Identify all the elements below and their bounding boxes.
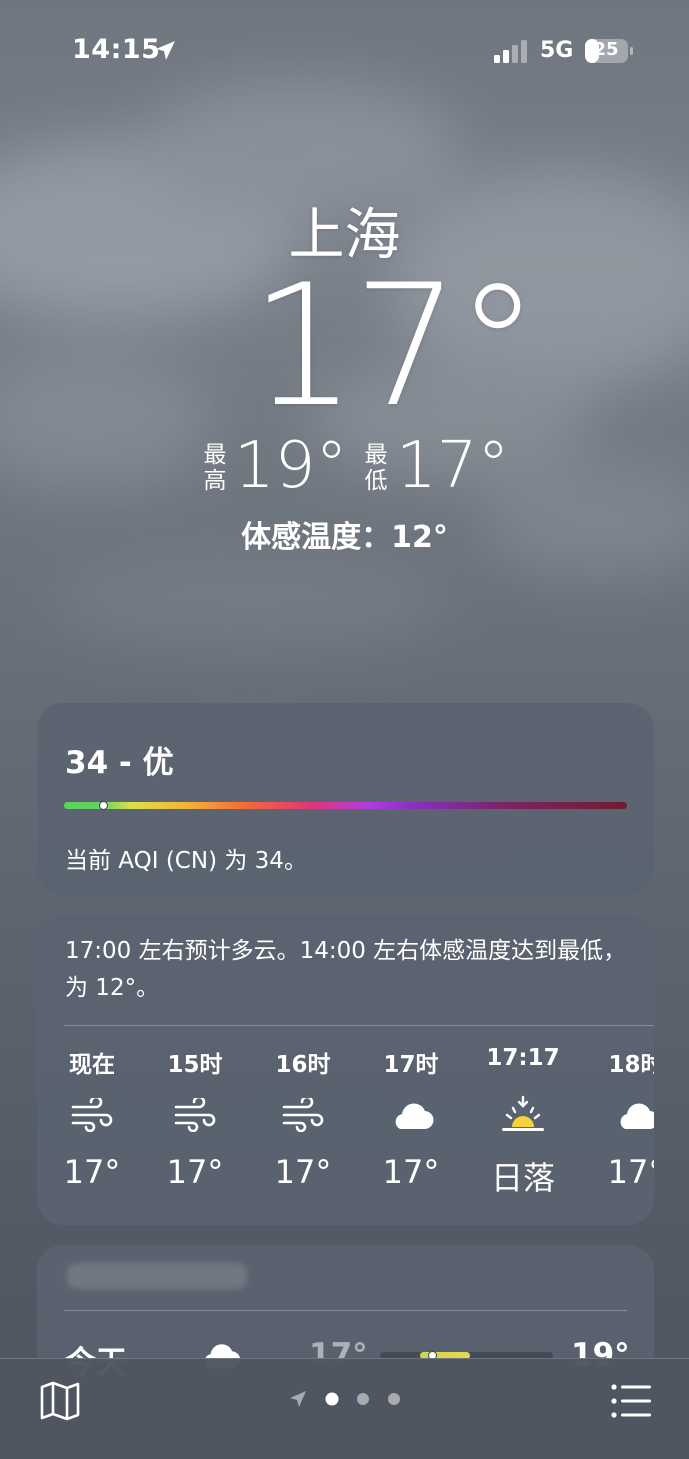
bottom-toolbar <box>0 1358 689 1459</box>
wind-icon <box>37 1085 147 1145</box>
low-temperature: 17° <box>396 429 510 503</box>
air-quality-card[interactable]: 34 - 优 当前 AQI (CN) 为 34。 <box>37 703 654 895</box>
hour-temperature: 17° <box>274 1153 332 1191</box>
current-temperature: 17° <box>250 248 540 444</box>
map-icon[interactable] <box>38 1379 82 1423</box>
high-label: 最高 <box>203 442 227 494</box>
hour-label: 18时 <box>608 1052 654 1078</box>
network-type: 5G <box>540 38 574 63</box>
divider <box>64 1310 627 1311</box>
sunset-label: 日落 <box>490 1159 555 1197</box>
location-page-icon <box>290 1391 306 1407</box>
wind-icon <box>140 1085 250 1145</box>
page-dot-active <box>325 1392 339 1406</box>
high-temperature: 19° <box>234 429 348 503</box>
aqi-scale-bar <box>64 802 627 809</box>
forecast-summary: 17:00 左右预计多云。14:00 左右体感温度达到最低，为 12°。 <box>65 938 627 1001</box>
hour-item: 16时 17° <box>248 1045 358 1191</box>
aqi-description: 当前 AQI (CN) 为 34。 <box>65 848 307 874</box>
page-dot <box>357 1393 369 1405</box>
hour-temperature: 17° <box>382 1153 440 1191</box>
aqi-indicator <box>98 801 108 810</box>
list-icon[interactable] <box>610 1381 652 1421</box>
low-label: 最低 <box>364 442 388 494</box>
hour-item: 17:17 日落 <box>468 1045 578 1199</box>
cloud-icon <box>356 1085 466 1145</box>
cloud-icon <box>581 1085 654 1145</box>
high-low-row: 最高 19° 最低 17° <box>200 429 510 503</box>
hour-item: 18时 17° <box>581 1045 654 1191</box>
battery-percent: 25 <box>593 39 619 60</box>
page-indicator[interactable] <box>286 1387 406 1411</box>
feels-like: 体感温度：12° <box>241 520 448 555</box>
hour-item: 15时 17° <box>140 1045 250 1191</box>
status-time: 14:15 <box>72 34 161 65</box>
location-arrow-icon <box>156 41 175 60</box>
hour-temperature: 17° <box>166 1153 224 1191</box>
hour-label: 17:17 <box>486 1045 560 1071</box>
hour-temperature: 17° <box>63 1153 121 1191</box>
hourly-forecast-card[interactable]: 17:00 左右预计多云。14:00 左右体感温度达到最低，为 12°。 现在 … <box>37 915 654 1225</box>
aqi-title: 34 - 优 <box>65 745 174 781</box>
wind-icon <box>248 1085 358 1145</box>
hour-label: 15时 <box>167 1052 223 1078</box>
page-dot <box>388 1393 400 1405</box>
hour-label: 16时 <box>275 1052 331 1078</box>
status-bar: 14:15 5G 25 <box>0 0 689 100</box>
hour-temperature: 17° <box>607 1153 654 1191</box>
hour-label: 17时 <box>383 1052 439 1078</box>
hour-item: 现在 17° <box>37 1045 147 1191</box>
blurred-header <box>67 1263 247 1289</box>
hour-item: 17时 17° <box>356 1045 466 1191</box>
divider <box>64 1025 654 1026</box>
sunset-icon <box>468 1085 578 1145</box>
cellular-signal-icon <box>494 40 527 63</box>
hour-label: 现在 <box>69 1052 115 1078</box>
